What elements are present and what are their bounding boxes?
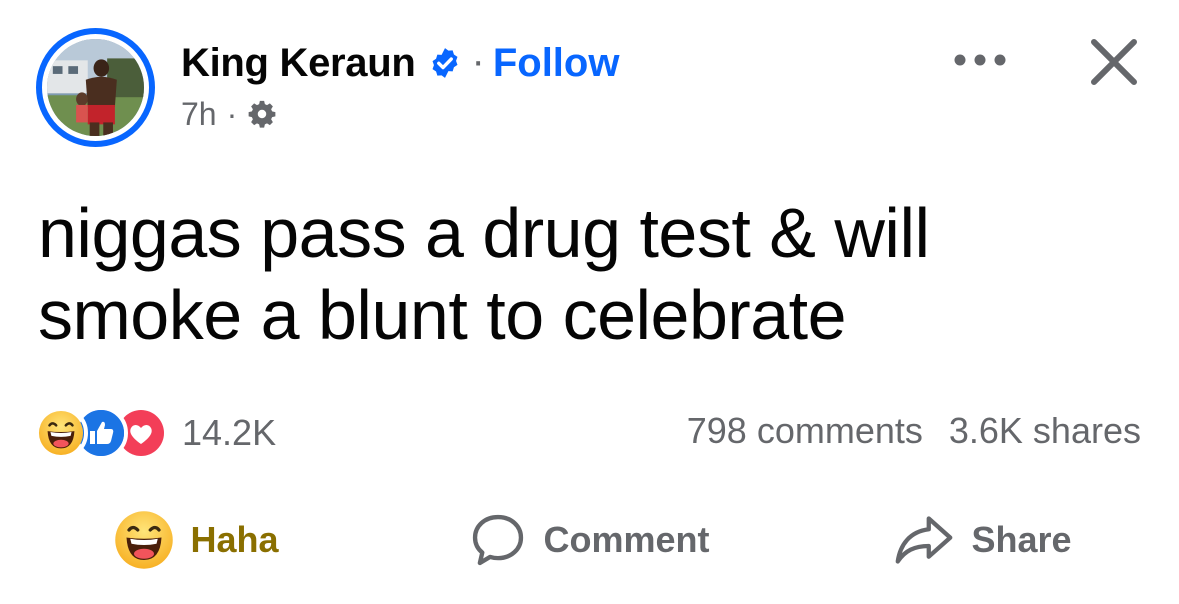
author-name[interactable]: King Keraun xyxy=(181,41,416,86)
haha-label: Haha xyxy=(190,519,279,560)
more-options-button[interactable] xyxy=(950,40,1010,80)
share-arrow-icon xyxy=(893,511,955,569)
post-time[interactable]: 7h xyxy=(181,96,217,133)
reaction-icons xyxy=(34,406,168,460)
share-button[interactable]: Share xyxy=(786,500,1179,580)
comment-button[interactable]: Comment xyxy=(393,500,786,580)
post-header: King Keraun · Follow 7h · xyxy=(181,36,619,134)
post-stats: 798 comments 3.6K shares xyxy=(687,410,1141,452)
reaction-count: 14.2K xyxy=(182,412,277,453)
profile-avatar[interactable] xyxy=(36,28,155,147)
close-icon xyxy=(1091,39,1137,85)
more-dots-icon xyxy=(954,54,1006,66)
reactions-summary[interactable]: 14.2K xyxy=(34,406,276,460)
comment-icon xyxy=(469,511,527,569)
post-meta: 7h · xyxy=(181,94,619,134)
comment-label: Comment xyxy=(543,519,710,560)
post-text: niggas pass a drug test & will smoke a b… xyxy=(38,194,930,354)
comments-count-link[interactable]: 798 comments xyxy=(687,410,923,452)
avatar-photo xyxy=(47,39,144,136)
haha-icon xyxy=(34,406,88,460)
shares-count-link[interactable]: 3.6K shares xyxy=(949,410,1141,452)
privacy-gear-icon xyxy=(247,99,277,129)
haha-icon xyxy=(114,510,174,570)
verified-badge-icon xyxy=(428,46,462,80)
name-separator: · xyxy=(471,38,485,83)
follow-button[interactable]: Follow xyxy=(493,41,620,86)
haha-reaction-button[interactable]: Haha xyxy=(0,500,393,580)
close-button[interactable] xyxy=(1084,32,1144,92)
author-row: King Keraun · Follow xyxy=(181,36,619,90)
share-label: Share xyxy=(971,519,1072,560)
action-bar: Haha Comment Share xyxy=(0,500,1179,580)
meta-separator: · xyxy=(226,95,238,132)
